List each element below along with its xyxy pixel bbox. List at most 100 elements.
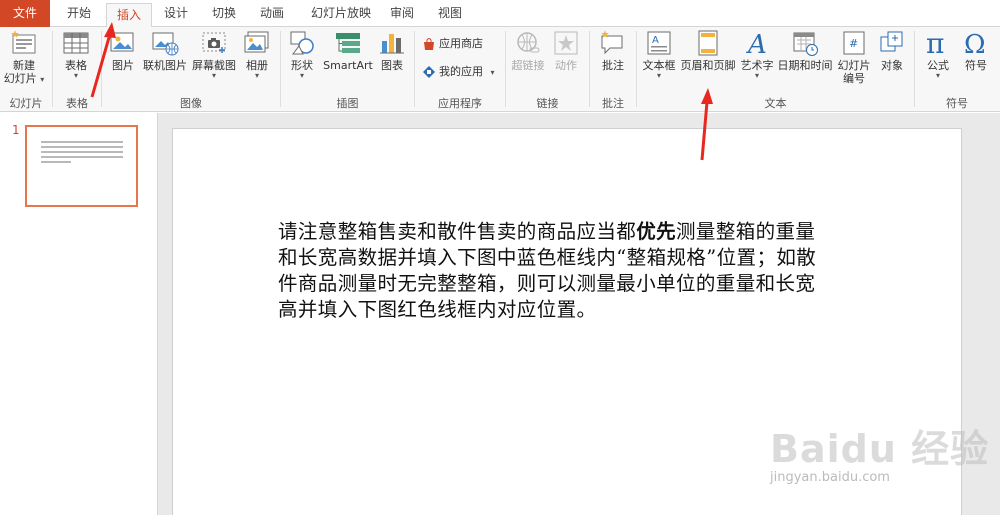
group-label-slides: 幻灯片 [9, 97, 43, 110]
ribbon: 新建 幻灯片 ▾ 表格 ▾ 图片 联机图片 屏幕截图 ▾ 相册 ▾ 形状 ▾ S… [0, 27, 1000, 112]
group-separator [414, 31, 415, 107]
thumbnail-text-line [41, 146, 123, 148]
header-footer-button[interactable]: 页眉和页脚 [679, 29, 737, 72]
album-button[interactable]: 相册 ▾ [240, 29, 274, 80]
pi-icon: π [926, 29, 944, 57]
omega-icon: Ω [964, 30, 986, 57]
group-label-links: 链接 [536, 97, 559, 110]
group-separator [589, 31, 590, 107]
thumbnail-text-line [41, 141, 123, 143]
group-label-illustrations: 插图 [336, 97, 359, 110]
shapes-button[interactable]: 形状 ▾ [285, 29, 319, 80]
baidu-watermark: Baidu 经验 jingyan.baidu.com [760, 410, 990, 500]
online-picture-icon [152, 32, 179, 56]
calendar-clock-icon [793, 32, 818, 56]
svg-text:Ω: Ω [964, 30, 986, 57]
new-slide-icon [11, 30, 36, 54]
picture-button[interactable]: 图片 [106, 29, 140, 72]
svg-text:A: A [746, 30, 767, 57]
my-apps-button[interactable]: 我的应用 ▾ [422, 63, 495, 81]
my-apps-label: 我的应用 [439, 65, 483, 78]
tab-design[interactable]: 设计 [153, 0, 199, 27]
comment-label: 批注 [602, 59, 624, 72]
tab-review[interactable]: 审阅 [382, 0, 422, 27]
slide-thumbnail[interactable] [25, 125, 138, 207]
slide-thumbnail-pane: 1 [0, 113, 158, 515]
datetime-label: 日期和时间 [777, 59, 833, 72]
slide-text-before: 请注意整箱售卖和散件售卖的商品应当都 [278, 220, 637, 243]
tab-file[interactable]: 文件 [0, 0, 50, 27]
comment-icon [601, 30, 623, 55]
group-label-apps: 应用程序 [438, 97, 482, 110]
tab-slideshow[interactable]: 幻灯片放映 [300, 0, 382, 27]
symbol-button[interactable]: Ω 符号 [958, 29, 994, 72]
table-button[interactable]: 表格 ▾ [57, 29, 95, 80]
header-footer-icon [698, 30, 718, 56]
group-separator [505, 31, 506, 107]
object-button[interactable]: 对象 [874, 29, 910, 72]
header-footer-label: 页眉和页脚 [680, 59, 736, 72]
store-bag-icon [424, 38, 434, 50]
tab-insert[interactable]: 插入 [106, 3, 152, 28]
tab-transitions[interactable]: 切换 [201, 0, 247, 27]
table-icon [63, 32, 89, 54]
watermark-url: jingyan.baidu.com [770, 470, 890, 485]
slide-number-label-2: 编号 [843, 72, 865, 85]
watermark-logo: Baidu 经验 [770, 427, 990, 471]
action-star-icon [554, 31, 578, 55]
wordart-icon: A [746, 30, 767, 57]
equation-button[interactable]: π 公式 ▾ [920, 29, 956, 80]
ribbon-tab-bar: 文件 开始 插入 设计 切换 动画 幻灯片放映 审阅 视图 [0, 0, 1000, 28]
new-slide-button[interactable]: 新建 幻灯片 ▾ [2, 29, 46, 85]
action-button[interactable]: 动作 [550, 29, 582, 72]
smartart-icon [336, 33, 360, 53]
object-icon [880, 31, 903, 52]
smartart-button[interactable]: SmartArt [322, 29, 374, 72]
picture-icon [110, 32, 134, 52]
hyperlink-button[interactable]: 超链接 [510, 29, 546, 72]
app-store-button[interactable]: 应用商店 [422, 35, 483, 53]
group-label-symbols: 符号 [946, 97, 968, 110]
tab-view[interactable]: 视图 [427, 0, 473, 27]
svg-text:A: A [652, 35, 659, 46]
slide-number: 1 [12, 123, 20, 137]
group-separator [914, 31, 915, 107]
photo-album-icon [244, 31, 269, 53]
chevron-down-icon: ▾ [211, 71, 216, 80]
chart-button[interactable]: 图表 [376, 29, 408, 72]
thumbnail-text-line [41, 156, 123, 158]
shapes-icon [290, 31, 314, 55]
group-label-tables: 表格 [66, 97, 88, 110]
group-label-images: 图像 [180, 97, 202, 110]
textbox-button[interactable]: A 文本框 ▾ [640, 29, 678, 80]
wordart-button[interactable]: A 艺术字 ▾ [738, 29, 776, 80]
textbox-icon: A [647, 31, 671, 55]
tab-animations[interactable]: 动画 [249, 0, 295, 27]
comment-button[interactable]: 批注 [594, 29, 632, 72]
chevron-down-icon: ▾ [656, 71, 661, 80]
hyperlink-globe-icon [517, 32, 540, 53]
group-label-comments: 批注 [602, 97, 624, 110]
group-separator [101, 31, 102, 107]
thumbnail-text-line [41, 151, 123, 153]
chart-label: 图表 [381, 59, 403, 72]
screenshot-icon [202, 32, 226, 53]
svg-text:π: π [926, 29, 944, 57]
thumbnail-text-line [41, 161, 71, 163]
slide-text-box[interactable]: 请注意整箱售卖和散件售卖的商品应当都优先测量整箱的重量和长宽高数据并填入下图中蓝… [278, 219, 818, 323]
my-apps-icon [423, 66, 435, 78]
chart-icon [380, 34, 404, 54]
new-slide-label-1: 新建 [13, 59, 35, 72]
svg-text:#: # [849, 37, 858, 50]
slide-number-label-1: 幻灯片 [837, 59, 871, 72]
screenshot-button[interactable]: 屏幕截图 ▾ [190, 29, 238, 80]
hyperlink-label: 超链接 [511, 59, 545, 72]
tab-home[interactable]: 开始 [56, 0, 102, 27]
symbol-label: 符号 [965, 59, 987, 72]
online-picture-button[interactable]: 联机图片 [142, 29, 188, 72]
smartart-label: SmartArt [323, 59, 373, 72]
datetime-button[interactable]: 日期和时间 [777, 29, 833, 72]
group-label-text: 文本 [764, 97, 787, 110]
slide-number-button[interactable]: # 幻灯片 编号 [835, 29, 873, 85]
group-separator [52, 31, 53, 107]
